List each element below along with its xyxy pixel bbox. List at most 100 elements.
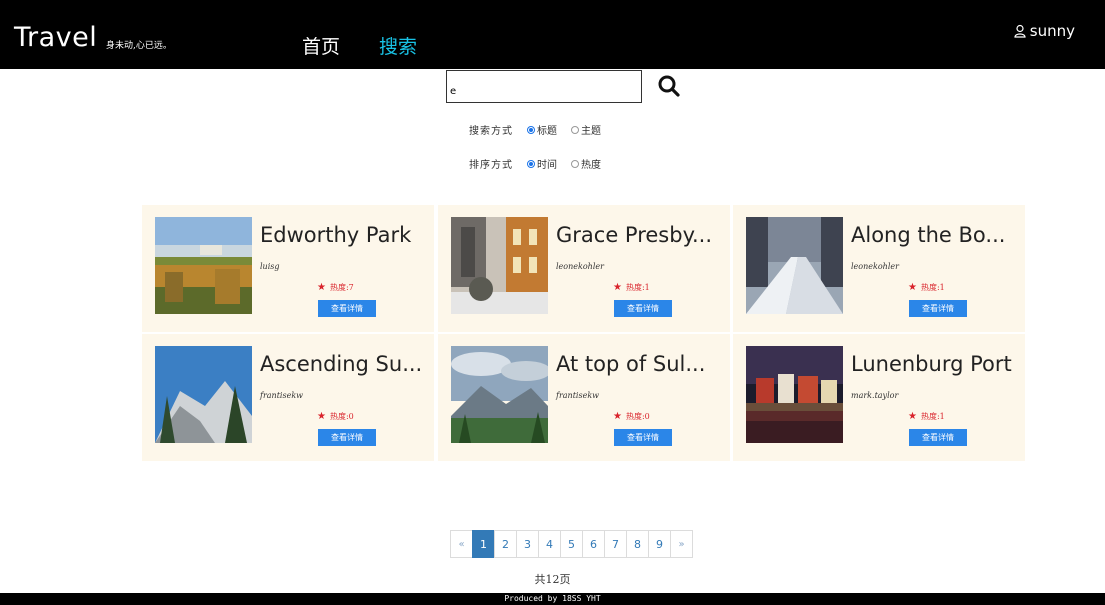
card-author: frantisekw [260,391,304,400]
heat-value: 7 [348,283,354,292]
page-button-5[interactable]: 5 [560,530,583,558]
user-menu[interactable]: sunny [1013,22,1075,40]
heat-label: 热度: [625,283,645,292]
view-details-button[interactable]: 查看详情 [909,429,967,446]
result-card: Grace Presby... leonekohler ★ 热度: 1 查看详情 [438,205,730,332]
search-icon [658,75,680,97]
card-heat: ★ 热度: 1 [908,411,945,422]
search-method-row: 搜索方式 标题 主题 [469,122,615,137]
card-title[interactable]: At top of Sul... [556,352,728,376]
page-button-7[interactable]: 7 [604,530,627,558]
view-details-button[interactable]: 查看详情 [614,300,672,317]
heat-value: 1 [939,412,945,421]
user-icon [1014,24,1026,38]
star-icon: ★ [908,411,917,422]
result-card: Lunenburg Port mark.taylor ★ 热度: 1 查看详情 [733,334,1025,461]
card-thumbnail[interactable] [746,346,843,443]
result-card: At top of Sul... frantisekw ★ 热度: 0 查看详情 [438,334,730,461]
search-method-topic-label: 主题 [581,126,601,137]
card-thumbnail[interactable] [155,346,252,443]
view-details-button[interactable]: 查看详情 [318,429,376,446]
card-thumbnail[interactable] [451,346,548,443]
heat-label: 热度: [920,283,940,292]
page-prev-button[interactable]: « [450,530,473,558]
card-title[interactable]: Lunenburg Port [851,352,1023,376]
card-thumbnail[interactable] [155,217,252,314]
search-method-title-radio[interactable]: 标题 [527,122,557,137]
card-author: frantisekw [556,391,600,400]
card-heat: ★ 热度: 1 [908,282,945,293]
valley-photo [451,346,548,443]
result-card: Along the Bo... leonekohler ★ 热度: 1 查看详情 [733,205,1025,332]
heat-value: 0 [644,412,650,421]
card-heat: ★ 热度: 1 [613,282,650,293]
card-author: leonekohler [851,262,899,271]
radio-unselected-icon [571,125,579,134]
sort-heat-radio[interactable]: 热度 [571,156,601,171]
page-button-1[interactable]: 1 [472,530,495,558]
card-thumbnail[interactable] [451,217,548,314]
sort-time-radio[interactable]: 时间 [527,156,557,171]
sort-heat-label: 热度 [581,160,601,171]
mountain-photo [155,346,252,443]
heat-label: 热度: [329,283,349,292]
radio-selected-icon [527,159,535,168]
star-icon: ★ [317,282,326,293]
username: sunny [1029,22,1075,40]
page-button-2[interactable]: 2 [494,530,517,558]
sort-time-label: 时间 [537,160,557,171]
church-photo [451,217,548,314]
heat-value: 0 [348,412,354,421]
card-title[interactable]: Ascending Su... [260,352,432,376]
star-icon: ★ [908,282,917,293]
pagination: « 1 2 3 4 5 6 7 8 9 » [450,530,693,558]
site-logo[interactable]: Travel [14,22,97,53]
card-title[interactable]: Along the Bo... [851,223,1023,247]
card-title[interactable]: Grace Presby... [556,223,728,247]
search-method-label: 搜索方式 [469,126,513,137]
card-author: leonekohler [556,262,604,271]
page-total: 共12页 [534,573,571,586]
page-button-4[interactable]: 4 [538,530,561,558]
nav-search-link[interactable]: 搜索 [379,32,417,59]
sort-method-label: 排序方式 [469,160,513,171]
view-details-button[interactable]: 查看详情 [614,429,672,446]
page-button-6[interactable]: 6 [582,530,605,558]
page-next-button[interactable]: » [670,530,693,558]
search-method-title-label: 标题 [537,126,557,137]
search-method-topic-radio[interactable]: 主题 [571,122,601,137]
page-button-8[interactable]: 8 [626,530,649,558]
card-heat: ★ 热度: 7 [317,282,354,293]
heat-label: 热度: [920,412,940,421]
search-input[interactable] [446,70,642,103]
card-author: luisg [260,262,280,271]
heat-value: 1 [939,283,945,292]
heat-label: 热度: [329,412,349,421]
search-button[interactable] [656,73,682,99]
star-icon: ★ [613,282,622,293]
park-photo [155,217,252,314]
view-details-button[interactable]: 查看详情 [909,300,967,317]
card-heat: ★ 热度: 0 [317,411,354,422]
radio-unselected-icon [571,159,579,168]
result-card: Ascending Su... frantisekw ★ 热度: 0 查看详情 [142,334,434,461]
card-author: mark.taylor [851,391,899,400]
star-icon: ★ [317,411,326,422]
result-card: Edworthy Park luisg ★ 热度: 7 查看详情 [142,205,434,332]
heat-value: 1 [644,283,650,292]
nav-home-link[interactable]: 首页 [302,32,340,59]
sort-method-row: 排序方式 时间 热度 [469,156,615,171]
snowy-road-photo [746,217,843,314]
card-heat: ★ 热度: 0 [613,411,650,422]
radio-selected-icon [527,125,535,134]
page-button-9[interactable]: 9 [648,530,671,558]
page-button-3[interactable]: 3 [516,530,539,558]
card-thumbnail[interactable] [746,217,843,314]
footer: Produced by 18SS YHT [0,593,1105,605]
site-slogan: 身未动,心已远。 [106,41,172,51]
top-nav-bar: Travel 身未动,心已远。 首页 搜索 sunny [0,0,1105,69]
card-title[interactable]: Edworthy Park [260,223,432,247]
heat-label: 热度: [625,412,645,421]
harbor-photo [746,346,843,443]
view-details-button[interactable]: 查看详情 [318,300,376,317]
